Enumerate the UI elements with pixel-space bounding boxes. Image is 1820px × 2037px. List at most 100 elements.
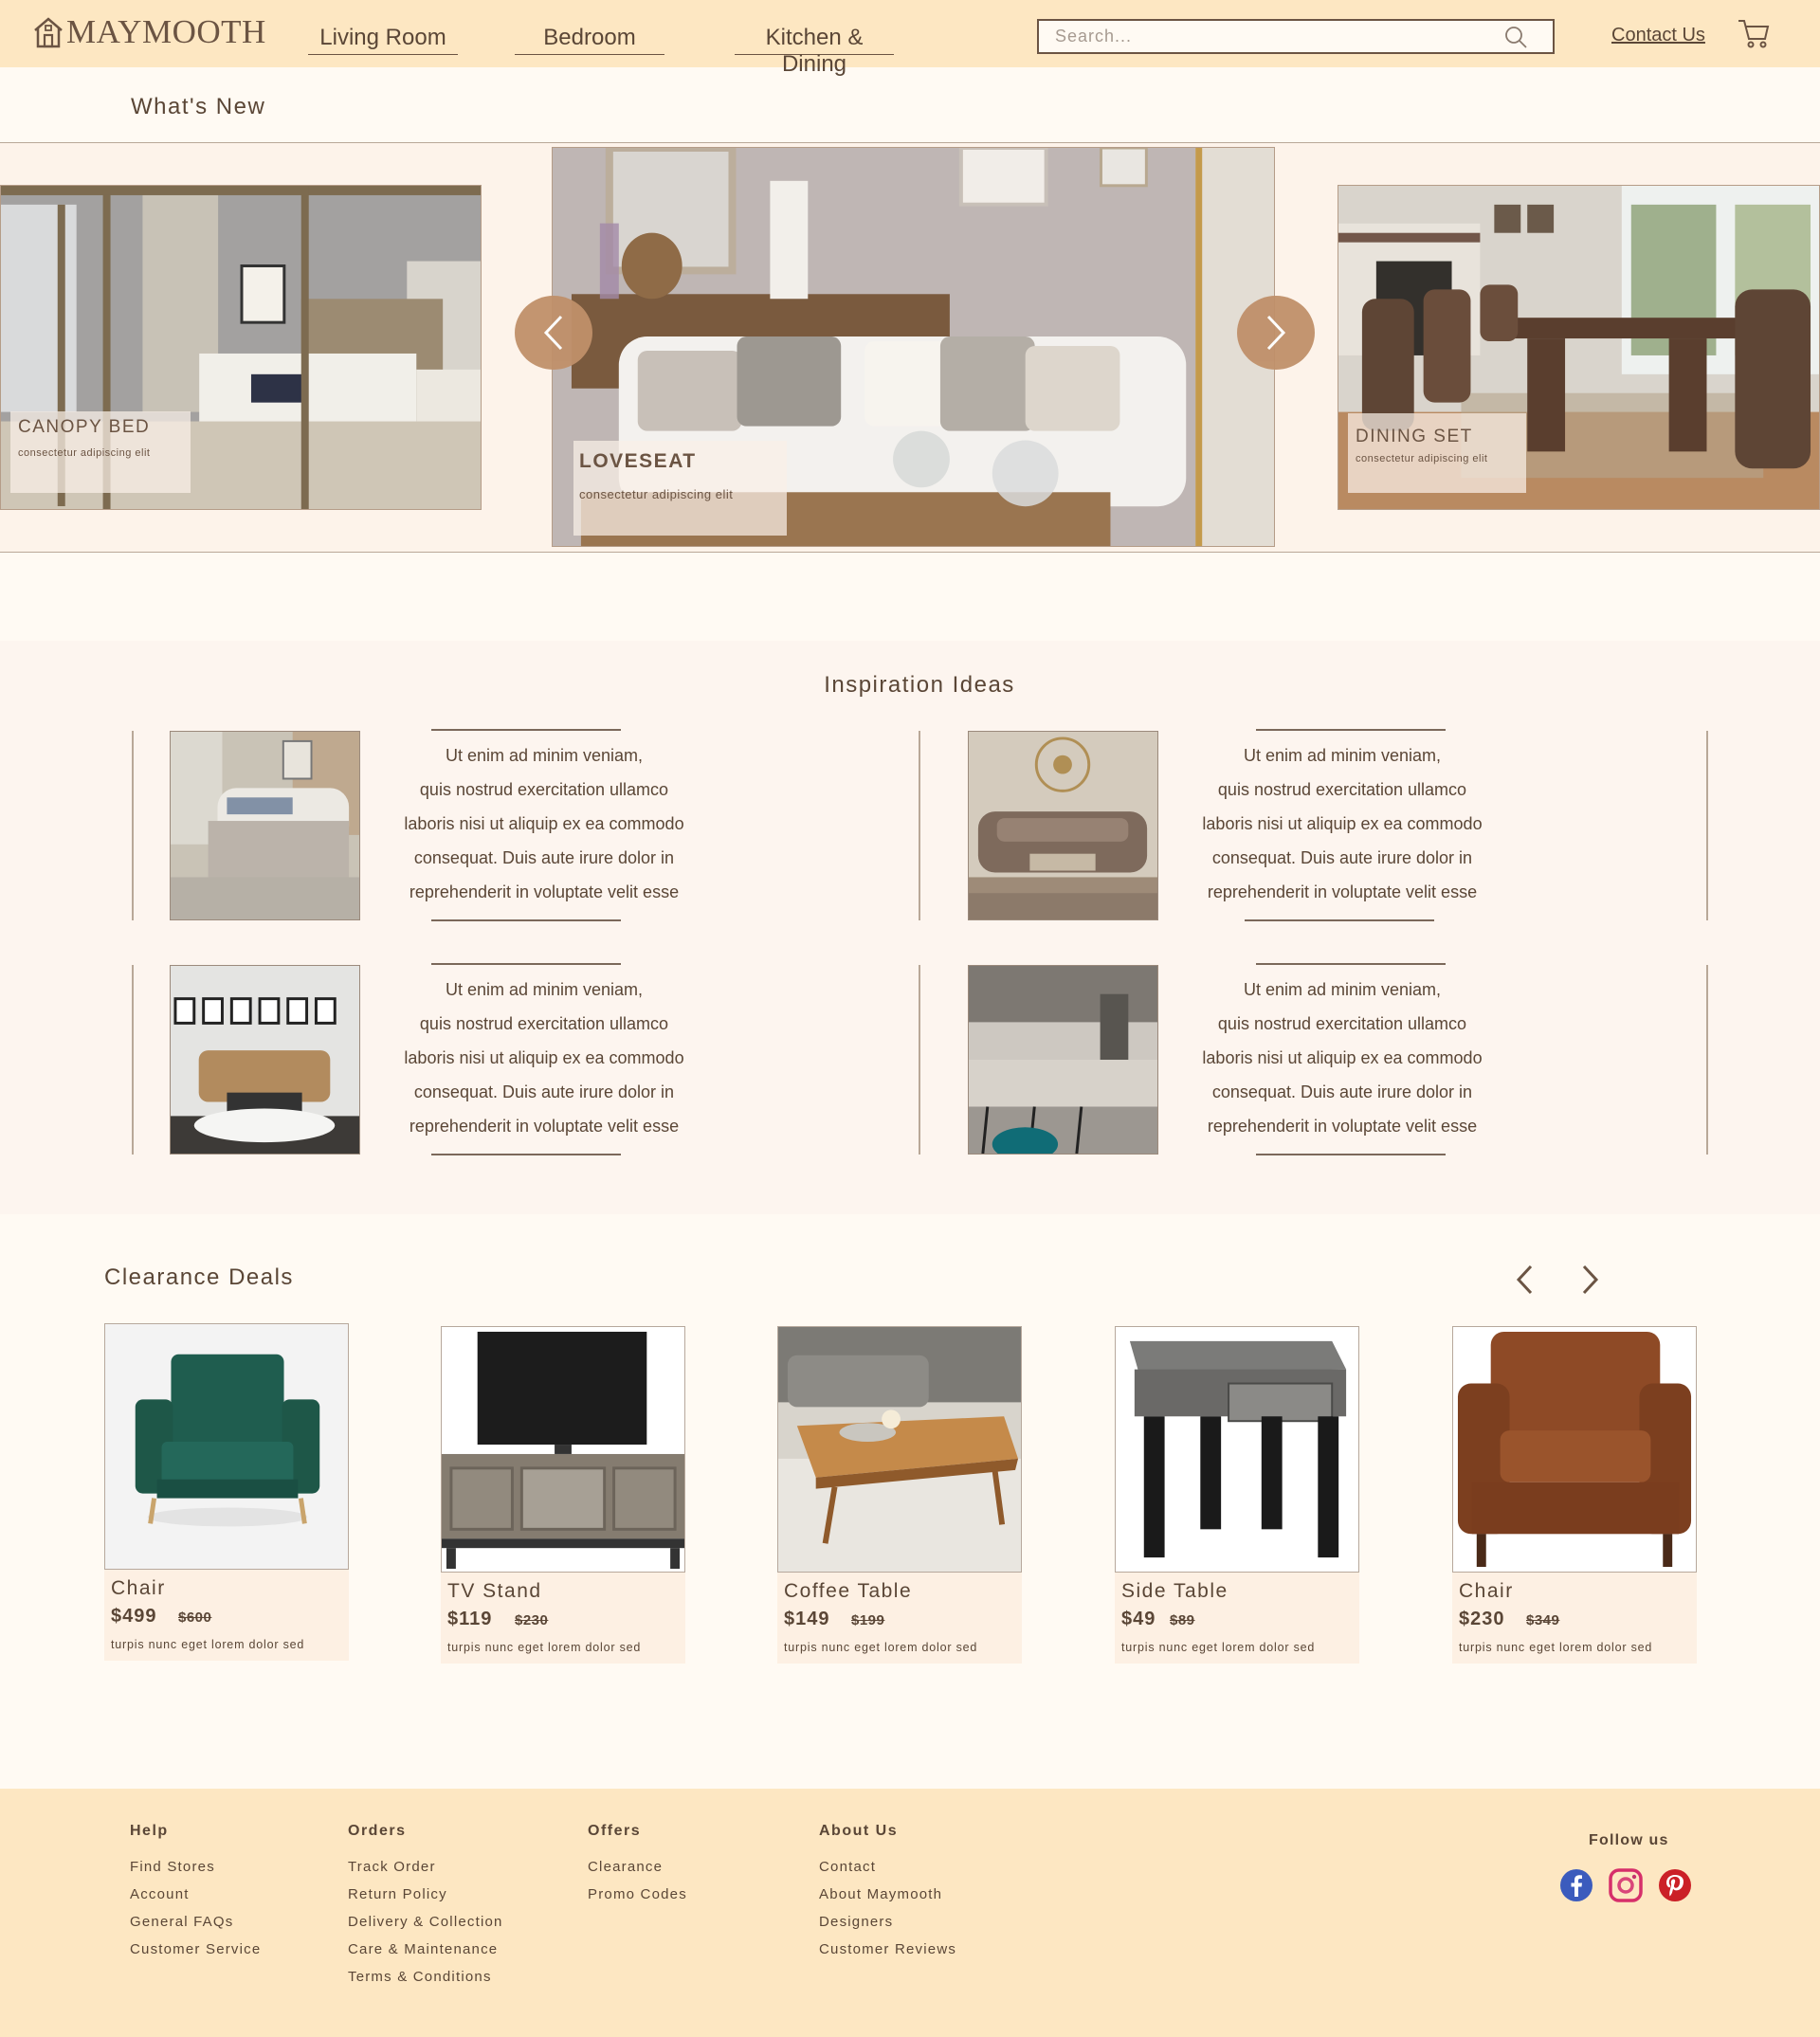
product-name: Chair bbox=[111, 1577, 166, 1599]
footer-link[interactable]: General FAQs bbox=[130, 1908, 261, 1936]
divider bbox=[431, 1154, 621, 1155]
footer-column-about: About Us Contact About Maymooth Designer… bbox=[819, 1823, 956, 1963]
site-header: MAYMOOTH Living Room Bedroom Kitchen & D… bbox=[0, 0, 1820, 77]
text-line: consequat. Duis aute irure dolor in bbox=[1211, 1082, 1473, 1101]
inspiration-card[interactable]: Ut enim ad minim veniam, quis nostrud ex… bbox=[132, 963, 862, 1155]
slide-loveseat[interactable]: LOVESEAT consectetur adipiscing elit bbox=[552, 147, 1275, 547]
product-image-coffee-table bbox=[777, 1326, 1022, 1573]
whats-new-carousel: CANOPY BED consectetur adipiscing elit L… bbox=[0, 142, 1820, 553]
footer-link[interactable]: Find Stores bbox=[130, 1853, 261, 1881]
product-description: turpis nunc eget lorem dolor sed bbox=[1121, 1641, 1316, 1654]
footer-link[interactable]: Clearance bbox=[588, 1853, 687, 1881]
slide-title: LOVESEAT bbox=[579, 450, 697, 472]
nav-kitchen-dining[interactable]: Kitchen & Dining bbox=[735, 25, 894, 77]
text-line: consequat. Duis aute irure dolor in bbox=[413, 848, 675, 867]
product-card[interactable]: Chair $499 $600 turpis nunc eget lorem d… bbox=[104, 1323, 349, 1664]
footer-link[interactable]: Terms & Conditions bbox=[348, 1963, 503, 1991]
clearance-prev-button[interactable] bbox=[1509, 1261, 1541, 1299]
footer-link[interactable]: Customer Reviews bbox=[819, 1936, 956, 1963]
inspiration-text: Ut enim ad minim veniam, quis nostrud ex… bbox=[359, 973, 729, 1143]
nav-living-room[interactable]: Living Room bbox=[308, 25, 458, 55]
footer-link[interactable]: Customer Service bbox=[130, 1936, 261, 1963]
product-card[interactable]: Side Table $49 $89 turpis nunc eget lore… bbox=[1115, 1326, 1359, 1667]
footer-link[interactable]: Return Policy bbox=[348, 1881, 503, 1908]
text-line: consequat. Duis aute irure dolor in bbox=[413, 1082, 675, 1101]
text-line: laboris nisi ut aliquip ex ea commodo bbox=[404, 1048, 684, 1067]
search-box bbox=[1037, 19, 1555, 54]
clearance-next-button[interactable] bbox=[1574, 1261, 1606, 1299]
text-line: quis nostrud exercitation ullamco bbox=[419, 780, 669, 799]
follow-us-label: Follow us bbox=[1589, 1832, 1669, 1848]
inspiration-text: Ut enim ad minim veniam, quis nostrud ex… bbox=[1157, 738, 1527, 909]
slide-title: CANOPY BED bbox=[18, 417, 151, 437]
product-image-side-table bbox=[1115, 1326, 1359, 1573]
product-price: $230 bbox=[1459, 1609, 1505, 1629]
inspiration-card[interactable]: Ut enim ad minim veniam, quis nostrud ex… bbox=[132, 729, 862, 921]
text-line: Ut enim ad minim veniam, bbox=[1243, 746, 1442, 765]
product-name: TV Stand bbox=[447, 1580, 542, 1602]
pinterest-icon[interactable] bbox=[1658, 1868, 1692, 1902]
text-line: quis nostrud exercitation ullamco bbox=[1217, 1014, 1467, 1033]
text-line: reprehenderit in voluptate velit esse bbox=[1207, 882, 1478, 901]
divider bbox=[431, 963, 621, 965]
inspiration-text: Ut enim ad minim veniam, quis nostrud ex… bbox=[359, 738, 729, 909]
text-line: laboris nisi ut aliquip ex ea commodo bbox=[404, 814, 684, 833]
site-footer: Help Find Stores Account General FAQs Cu… bbox=[0, 1789, 1820, 2037]
search-icon[interactable] bbox=[1503, 25, 1528, 49]
product-description: turpis nunc eget lorem dolor sed bbox=[447, 1641, 642, 1654]
footer-link[interactable]: About Maymooth bbox=[819, 1881, 956, 1908]
footer-link[interactable]: Promo Codes bbox=[588, 1881, 687, 1908]
text-line: reprehenderit in voluptate velit esse bbox=[409, 882, 680, 901]
footer-column-orders: Orders Track Order Return Policy Deliver… bbox=[348, 1823, 503, 1991]
footer-column-help: Help Find Stores Account General FAQs Cu… bbox=[130, 1823, 261, 1963]
text-line: Ut enim ad minim veniam, bbox=[445, 746, 644, 765]
inspiration-image-lounge bbox=[170, 965, 360, 1155]
product-card[interactable]: Coffee Table $149 $199 turpis nunc eget … bbox=[777, 1326, 1022, 1667]
footer-link[interactable]: Account bbox=[130, 1881, 261, 1908]
footer-link[interactable]: Track Order bbox=[348, 1853, 503, 1881]
inspiration-card[interactable]: Ut enim ad minim veniam, quis nostrud ex… bbox=[930, 963, 1660, 1155]
inspiration-title: Inspiration Ideas bbox=[824, 672, 1015, 698]
divider bbox=[919, 731, 920, 920]
footer-link[interactable]: Designers bbox=[819, 1908, 956, 1936]
contact-us-link[interactable]: Contact Us bbox=[1611, 25, 1705, 46]
product-description: turpis nunc eget lorem dolor sed bbox=[1459, 1641, 1653, 1654]
slide-subtitle: consectetur adipiscing elit bbox=[18, 447, 151, 459]
slide-caption: LOVESEAT consectetur adipiscing elit bbox=[573, 441, 787, 536]
product-card[interactable]: TV Stand $119 $230 turpis nunc eget lore… bbox=[441, 1326, 685, 1667]
slide-caption: DINING SET consectetur adipiscing elit bbox=[1348, 413, 1526, 493]
product-price: $149 bbox=[784, 1609, 830, 1629]
divider bbox=[132, 965, 134, 1155]
product-old-price: $349 bbox=[1526, 1612, 1560, 1628]
slide-title: DINING SET bbox=[1356, 427, 1473, 446]
product-price: $49 bbox=[1121, 1609, 1156, 1629]
slide-dining-set[interactable]: DINING SET consectetur adipiscing elit bbox=[1338, 185, 1820, 510]
brand-logo[interactable]: MAYMOOTH bbox=[32, 13, 266, 51]
carousel-next-button[interactable] bbox=[1237, 296, 1315, 370]
cart-icon[interactable] bbox=[1737, 17, 1771, 49]
product-image-tv-stand bbox=[441, 1326, 685, 1573]
product-info: Chair $230 $349 turpis nunc eget lorem d… bbox=[1452, 1573, 1697, 1664]
product-card[interactable]: Chair $230 $349 turpis nunc eget lorem d… bbox=[1452, 1326, 1697, 1667]
footer-link[interactable]: Care & Maintenance bbox=[348, 1936, 503, 1963]
carousel-prev-button[interactable] bbox=[515, 296, 592, 370]
divider bbox=[431, 919, 621, 921]
inspiration-image-living-room bbox=[968, 731, 1158, 920]
footer-heading: Offers bbox=[588, 1823, 642, 1839]
divider bbox=[431, 729, 621, 731]
product-old-price: $89 bbox=[1170, 1612, 1195, 1628]
slide-canopy-bed[interactable]: CANOPY BED consectetur adipiscing elit bbox=[0, 185, 482, 510]
inspiration-text: Ut enim ad minim veniam, quis nostrud ex… bbox=[1157, 973, 1527, 1143]
clearance-title: Clearance Deals bbox=[104, 1264, 294, 1290]
footer-link[interactable]: Delivery & Collection bbox=[348, 1908, 503, 1936]
instagram-icon[interactable] bbox=[1609, 1868, 1643, 1902]
inspiration-card[interactable]: Ut enim ad minim veniam, quis nostrud ex… bbox=[930, 729, 1660, 921]
divider bbox=[132, 731, 134, 920]
product-price: $499 bbox=[111, 1606, 157, 1627]
facebook-icon[interactable] bbox=[1559, 1868, 1593, 1902]
search-input[interactable] bbox=[1039, 21, 1494, 52]
nav-bedroom[interactable]: Bedroom bbox=[515, 25, 664, 55]
text-line: Ut enim ad minim veniam, bbox=[1243, 980, 1442, 999]
chevron-right-icon bbox=[1266, 315, 1286, 351]
footer-link[interactable]: Contact bbox=[819, 1853, 956, 1881]
